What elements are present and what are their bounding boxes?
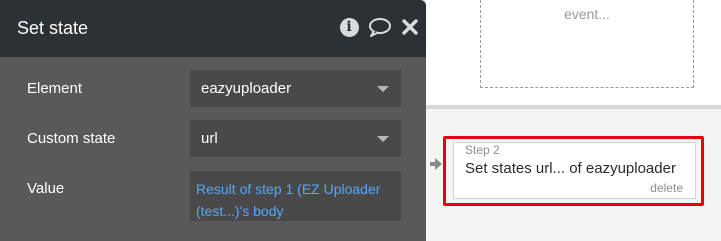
custom-state-label: Custom state [27,130,116,147]
panel-header: Set state i [0,0,426,57]
chevron-down-icon [377,136,389,142]
value-expression-field[interactable]: Result of step 1 (EZ Uploader (test...)'… [190,171,401,221]
workflow-step-card[interactable]: Step 2 Set states url... of eazyuploader… [453,142,696,199]
panel-title: Set state [17,18,89,38]
step-number: Step 2 [465,143,500,157]
event-placeholder-text: event... [564,6,610,22]
custom-state-dropdown[interactable]: url [190,120,401,157]
set-state-panel: Set state i Element eazyuploader Custom … [0,0,426,241]
value-label: Value [27,180,65,197]
value-expression-text[interactable]: Result of step 1 (EZ Uploader (test...)'… [196,178,392,222]
element-dropdown[interactable]: eazyuploader [190,70,401,107]
custom-state-dropdown-value: url [201,130,218,147]
element-label: Element [27,80,83,97]
event-placeholder-box[interactable]: event... [480,0,694,88]
close-icon[interactable] [400,16,420,38]
chevron-down-icon [377,86,389,92]
comment-icon[interactable] [368,16,392,38]
step-title: Set states url... of eazyuploader [465,160,676,177]
info-icon[interactable]: i [338,16,360,38]
arrow-right-icon [430,154,444,174]
element-dropdown-value: eazyuploader [201,80,292,97]
step-delete-link[interactable]: delete [650,181,683,195]
